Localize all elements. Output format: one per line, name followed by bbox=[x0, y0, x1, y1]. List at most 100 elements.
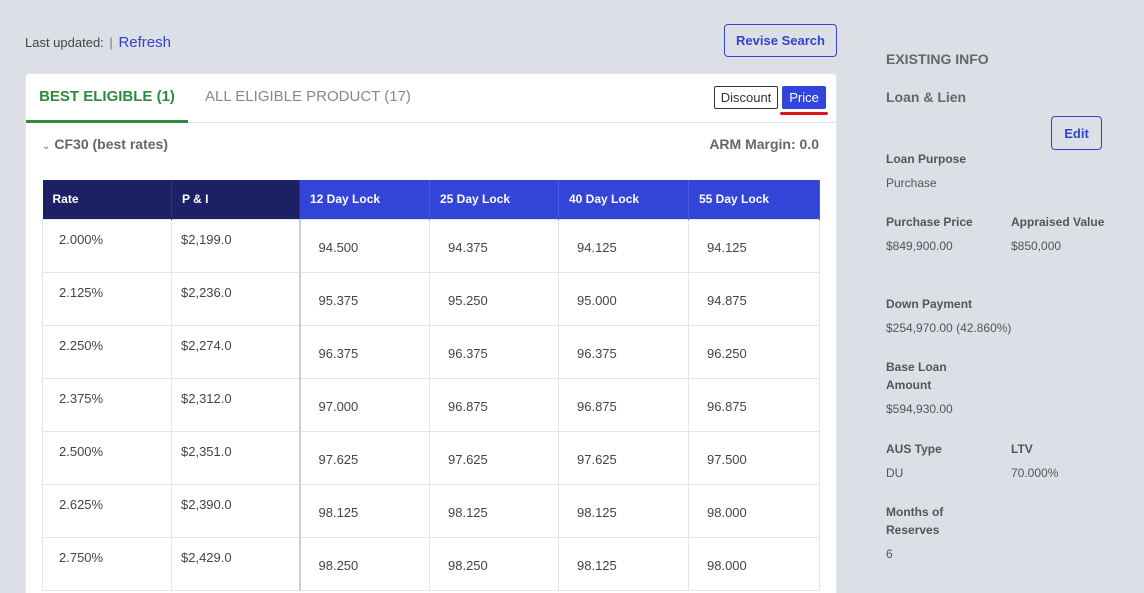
price-cell-25-day[interactable]: 97.625 bbox=[429, 430, 559, 485]
edit-button[interactable]: Edit bbox=[1051, 116, 1102, 150]
existing-info-heading: EXISTING INFO bbox=[886, 51, 989, 67]
tab-best-eligible[interactable]: BEST ELIGIBLE (1) bbox=[26, 74, 188, 123]
rate-cell: 2.625% bbox=[42, 483, 172, 538]
aus-type-field: AUS Type DU bbox=[886, 440, 1001, 482]
price-cell-55-day[interactable]: 97.500 bbox=[688, 430, 820, 485]
down-payment-label: Down Payment bbox=[886, 297, 973, 311]
refresh-link[interactable]: Refresh bbox=[118, 34, 171, 51]
loan-purpose-label: Loan Purpose bbox=[886, 152, 967, 166]
pi-cell: $2,236.0 bbox=[171, 271, 301, 326]
rate-cell: 2.250% bbox=[42, 324, 172, 379]
down-payment-value: $254,970.00 (42.860%) bbox=[886, 321, 1012, 335]
price-cell-25-day[interactable]: 96.875 bbox=[429, 377, 559, 432]
table-row: 2.250% $2,274.0 96.375 96.375 96.375 96.… bbox=[42, 324, 820, 379]
ltv-value: 70.000% bbox=[1011, 466, 1059, 480]
ltv-field: LTV 70.000% bbox=[1011, 440, 1111, 482]
loan-purpose-value: Purchase bbox=[886, 176, 937, 190]
loan-purpose-field: Loan Purpose Purchase bbox=[886, 150, 1026, 192]
rate-cell: 2.500% bbox=[42, 430, 172, 485]
discount-toggle-button[interactable]: Discount bbox=[714, 86, 778, 109]
price-cell-55-day[interactable]: 96.875 bbox=[688, 377, 820, 432]
months-reserves-value: 6 bbox=[886, 547, 893, 561]
last-updated-bar: Last updated: | Refresh bbox=[25, 34, 171, 51]
price-cell-40-day[interactable]: 94.125 bbox=[558, 218, 689, 273]
column-header-pi: P & I bbox=[171, 180, 300, 219]
price-cell-40-day[interactable]: 98.125 bbox=[558, 483, 689, 538]
table-row: 2.000% $2,199.0 94.500 94.375 94.125 94.… bbox=[42, 218, 820, 273]
price-toggle-button[interactable]: Price bbox=[782, 86, 826, 109]
purchase-price-field: Purchase Price $849,900.00 bbox=[886, 213, 1001, 255]
appraised-value-label: Appraised Value bbox=[1011, 215, 1105, 229]
column-header-55-day-lock: 55 Day Lock bbox=[688, 180, 820, 219]
base-loan-amount-value: $594,930.00 bbox=[886, 402, 953, 416]
price-cell-12-day[interactable]: 97.625 bbox=[299, 430, 430, 485]
table-row: 2.375% $2,312.0 97.000 96.875 96.875 96.… bbox=[42, 377, 820, 432]
price-cell-55-day[interactable]: 98.000 bbox=[688, 483, 820, 538]
rate-cell: 2.125% bbox=[42, 271, 172, 326]
revise-search-button[interactable]: Revise Search bbox=[724, 24, 837, 57]
price-cell-40-day[interactable]: 95.000 bbox=[558, 271, 689, 326]
aus-type-value: DU bbox=[886, 466, 904, 480]
loan-lien-heading: Loan & Lien bbox=[886, 89, 967, 105]
ltv-label: LTV bbox=[1011, 442, 1033, 456]
price-cell-55-day[interactable]: 94.125 bbox=[688, 218, 820, 273]
pi-cell: $2,390.0 bbox=[171, 483, 301, 538]
purchase-price-value: $849,900.00 bbox=[886, 239, 953, 253]
price-cell-40-day[interactable]: 97.625 bbox=[558, 430, 689, 485]
price-cell-55-day[interactable]: 94.875 bbox=[688, 271, 820, 326]
table-header-row: Rate P & I 12 Day Lock 25 Day Lock 40 Da… bbox=[42, 180, 820, 219]
rate-cell: 2.750% bbox=[42, 536, 172, 591]
months-reserves-field: Months of Reserves 6 bbox=[886, 503, 981, 563]
appraised-value-value: $850,000 bbox=[1011, 239, 1062, 253]
price-cell-55-day[interactable]: 98.000 bbox=[688, 536, 820, 591]
price-cell-12-day[interactable]: 94.500 bbox=[299, 218, 430, 273]
base-loan-amount-field: Base Loan Amount $594,930.00 bbox=[886, 358, 981, 418]
appraised-value-field: Appraised Value $850,000 bbox=[1011, 213, 1111, 255]
table-row: 2.625% $2,390.0 98.125 98.125 98.125 98.… bbox=[42, 483, 820, 538]
down-payment-field: Down Payment $254,970.00 (42.860%) bbox=[886, 295, 1126, 337]
rate-cell: 2.375% bbox=[42, 377, 172, 432]
price-cell-12-day[interactable]: 97.000 bbox=[299, 377, 430, 432]
last-updated-label: Last updated: bbox=[25, 35, 104, 50]
rates-table: Rate P & I 12 Day Lock 25 Day Lock 40 Da… bbox=[42, 180, 820, 591]
price-cell-40-day[interactable]: 96.875 bbox=[558, 377, 689, 432]
product-tabs: BEST ELIGIBLE (1) ALL ELIGIBLE PRODUCT (… bbox=[26, 74, 836, 123]
table-row: 2.750% $2,429.0 98.250 98.250 98.125 98.… bbox=[42, 536, 820, 591]
purchase-price-label: Purchase Price bbox=[886, 215, 973, 229]
pricing-card: BEST ELIGIBLE (1) ALL ELIGIBLE PRODUCT (… bbox=[25, 73, 837, 593]
price-cell-25-day[interactable]: 96.375 bbox=[429, 324, 559, 379]
column-header-40-day-lock: 40 Day Lock bbox=[558, 180, 689, 219]
price-active-underline bbox=[780, 112, 828, 115]
months-reserves-label: Months of Reserves bbox=[886, 505, 944, 537]
pi-cell: $2,274.0 bbox=[171, 324, 301, 379]
rate-cell: 2.000% bbox=[42, 218, 172, 273]
pi-cell: $2,199.0 bbox=[171, 218, 301, 273]
price-cell-12-day[interactable]: 95.375 bbox=[299, 271, 430, 326]
price-cell-12-day[interactable]: 98.250 bbox=[299, 536, 430, 591]
column-header-rate: Rate bbox=[42, 180, 172, 219]
price-cell-40-day[interactable]: 98.125 bbox=[558, 536, 689, 591]
price-cell-25-day[interactable]: 95.250 bbox=[429, 271, 559, 326]
separator: | bbox=[109, 35, 113, 50]
price-cell-12-day[interactable]: 98.125 bbox=[299, 483, 430, 538]
pi-cell: $2,351.0 bbox=[171, 430, 301, 485]
pi-cell: $2,312.0 bbox=[171, 377, 301, 432]
price-cell-25-day[interactable]: 98.250 bbox=[429, 536, 559, 591]
column-header-25-day-lock: 25 Day Lock bbox=[429, 180, 559, 219]
price-cell-40-day[interactable]: 96.375 bbox=[558, 324, 689, 379]
aus-type-label: AUS Type bbox=[886, 442, 942, 456]
table-row: 2.125% $2,236.0 95.375 95.250 95.000 94.… bbox=[42, 271, 820, 326]
price-cell-55-day[interactable]: 96.250 bbox=[688, 324, 820, 379]
pi-cell: $2,429.0 bbox=[171, 536, 301, 591]
table-row: 2.500% $2,351.0 97.625 97.625 97.625 97.… bbox=[42, 430, 820, 485]
tab-all-eligible-product[interactable]: ALL ELIGIBLE PRODUCT (17) bbox=[205, 74, 411, 123]
product-group-label: CF30 (best rates) bbox=[54, 136, 168, 152]
price-cell-25-day[interactable]: 94.375 bbox=[429, 218, 559, 273]
product-group-toggle[interactable]: ⌄ CF30 (best rates) bbox=[42, 136, 168, 152]
base-loan-amount-label: Base Loan Amount bbox=[886, 360, 947, 392]
arm-margin: ARM Margin: 0.0 bbox=[709, 136, 819, 152]
chevron-down-icon: ⌄ bbox=[42, 141, 51, 152]
price-cell-25-day[interactable]: 98.125 bbox=[429, 483, 559, 538]
price-cell-12-day[interactable]: 96.375 bbox=[299, 324, 430, 379]
column-header-12-day-lock: 12 Day Lock bbox=[299, 180, 430, 219]
